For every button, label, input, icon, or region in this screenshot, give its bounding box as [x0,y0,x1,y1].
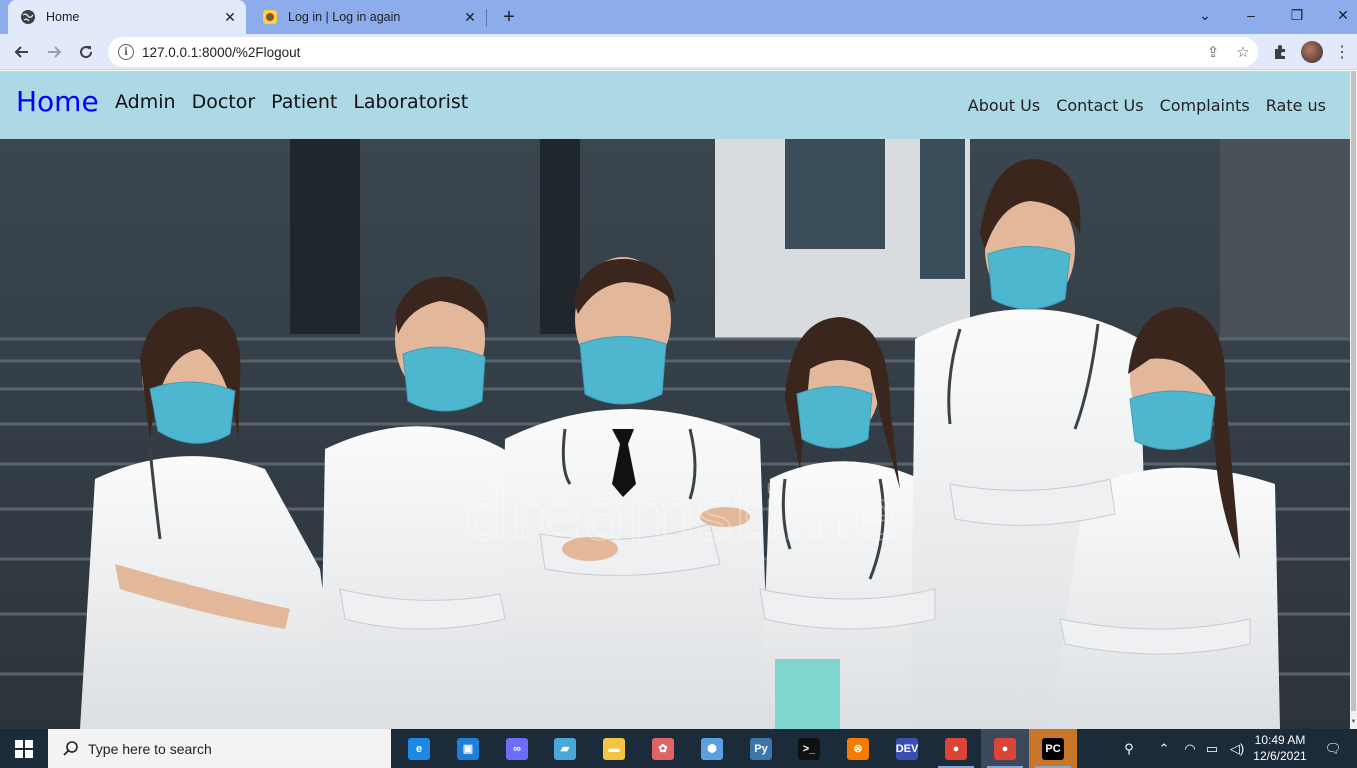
file-explorer-icon-glyph: ▬ [603,737,625,760]
chrome-icon[interactable]: ● [932,729,980,768]
browser-toolbar: i 127.0.0.1:8000/%2Flogout ⇪ ☆ ⋮ [0,34,1357,70]
nav-link-rate-us[interactable]: Rate us [1266,96,1326,115]
windows-start-icon[interactable] [0,729,48,768]
close-window-icon[interactable]: ✕ [1320,0,1357,30]
share-icon[interactable]: ⇪ [1198,43,1228,61]
menu-kebab-icon[interactable]: ⋮ [1328,38,1356,66]
nav-link-complaints[interactable]: Complaints [1160,96,1250,115]
terminal-icon-glyph: >_ [798,737,820,760]
nav-right-links: About Us Contact Us Complaints Rate us [968,96,1326,115]
browser-tabstrip: Home ✕ Log in | Log in again ✕ + ⌄ – ❐ ✕ [0,0,1357,34]
tab-title: Home [46,10,80,24]
notes-icon[interactable]: ▰ [541,729,589,768]
extensions-icon[interactable] [1266,38,1294,66]
notifications-icon[interactable]: 🗨 [1318,729,1348,768]
site-navbar: Home Admin Doctor Patient Laboratorist A… [0,71,1350,139]
nav-left-links: Admin Doctor Patient Laboratorist [115,91,468,113]
xampp-icon-glyph: ⊗ [847,737,869,760]
box-3d-icon[interactable]: ⬢ [688,729,736,768]
xampp-icon[interactable]: ⊗ [834,729,882,768]
system-clock[interactable]: 10:49 AM 12/6/2021 [1250,732,1310,764]
django-favicon-icon [262,9,278,25]
tab-home[interactable]: Home ✕ [8,0,246,34]
nav-link-laboratorist[interactable]: Laboratorist [353,91,468,113]
tray-chevron-up-icon[interactable]: ⌃ [1152,729,1176,768]
nav-link-admin[interactable]: Admin [115,91,176,113]
brand-home-link[interactable]: Home [16,85,99,118]
file-explorer-icon[interactable]: ▬ [590,729,638,768]
devcpp-icon[interactable]: DEV [883,729,931,768]
people-icon[interactable]: ⚲ [1116,729,1142,768]
clock-date: 12/6/2021 [1253,749,1307,763]
close-tab-icon[interactable]: ✕ [460,9,480,26]
site-info-icon[interactable]: i [118,44,134,60]
nav-link-contact-us[interactable]: Contact Us [1056,96,1143,115]
sandbox-icon-glyph: ▣ [457,737,479,760]
search-placeholder: Type here to search [88,740,212,757]
tab-separator [486,9,487,27]
watermark-text: dreamstime [464,472,896,556]
chrome-profile-icon[interactable]: ● [981,729,1029,768]
notes-icon-glyph: ▰ [554,737,576,760]
paint-icon[interactable]: ✿ [639,729,687,768]
bookmark-star-icon[interactable]: ☆ [1228,43,1258,61]
python-icon-glyph: Py [750,737,772,760]
edge-icon[interactable]: e [395,729,443,768]
restore-icon[interactable]: ❐ [1274,0,1320,30]
globe-icon [20,9,36,25]
minimize-icon[interactable]: – [1228,0,1274,30]
close-tab-icon[interactable]: ✕ [220,9,240,26]
box-3d-icon-glyph: ⬢ [701,737,723,760]
reload-icon[interactable] [72,38,100,66]
profile-avatar[interactable] [1301,41,1323,63]
python-icon[interactable]: Py [737,729,785,768]
infinity-icon[interactable]: ∞ [493,729,541,768]
chrome-profile-icon-glyph: ● [994,737,1016,760]
devcpp-icon-glyph: DEV [896,737,918,760]
infinity-icon-glyph: ∞ [506,737,528,760]
volume-icon[interactable]: ◁) [1226,729,1248,768]
page-scrollbar[interactable]: ▼ [1350,71,1357,729]
search-icon [63,740,78,756]
forward-arrow-icon[interactable] [40,38,68,66]
tab-login[interactable]: Log in | Log in again ✕ [250,0,486,34]
tab-title: Log in | Log in again [288,10,401,24]
scrollbar-thumb[interactable] [1351,71,1356,711]
terminal-icon[interactable]: >_ [785,729,833,768]
tab-search-icon[interactable]: ⌄ [1182,0,1228,30]
scroll-down-icon[interactable]: ▼ [1350,719,1357,729]
nav-link-patient[interactable]: Patient [271,91,337,113]
edge-icon-glyph: e [408,737,430,760]
url-text: 127.0.0.1:8000/%2Flogout [142,44,301,60]
address-bar[interactable]: i 127.0.0.1:8000/%2Flogout ⇪ ☆ [108,37,1258,67]
taskbar-search-box[interactable]: Type here to search [48,729,391,768]
paint-icon-glyph: ✿ [652,737,674,760]
clock-time: 10:49 AM [1254,733,1306,747]
pycharm-icon-glyph: PC [1042,737,1064,760]
chrome-icon-glyph: ● [945,737,967,760]
battery-icon[interactable]: ▭ [1202,729,1222,768]
back-arrow-icon[interactable] [8,38,36,66]
sandbox-icon[interactable]: ▣ [444,729,492,768]
pycharm-icon[interactable]: PC [1029,729,1077,768]
new-tab-icon[interactable]: + [498,6,520,28]
nav-link-doctor[interactable]: Doctor [192,91,256,113]
nav-link-about-us[interactable]: About Us [968,96,1040,115]
windows-taskbar: Type here to search e ▣ ∞ ▰ ▬ ✿ ⬢ Py >_ ⊗ DEV ● ● PC … [0,729,1357,768]
wifi-icon[interactable]: ◠ [1180,729,1200,768]
hero-staff-photo: dreamstime [0,139,1350,729]
